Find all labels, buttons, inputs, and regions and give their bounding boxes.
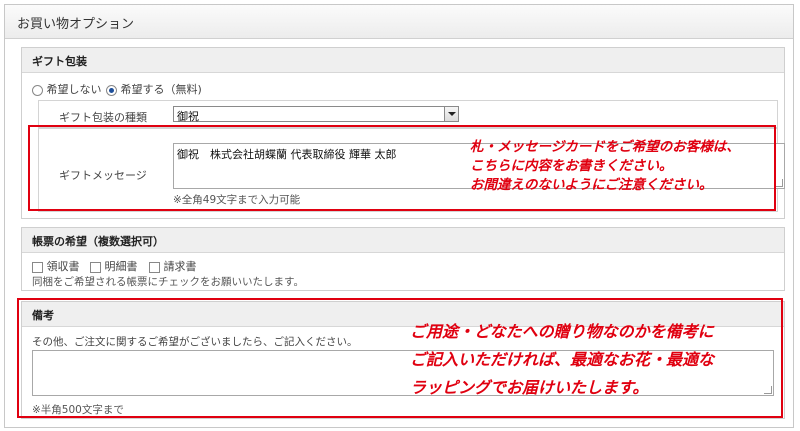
statement-label: 明細書 [104,260,138,273]
radio-label-no: 希望しない [46,83,102,96]
panel-title: お買い物オプション [17,17,135,32]
gift-radio-yes[interactable]: 希望する（無料) [106,81,202,97]
checkbox-icon[interactable] [149,261,160,273]
gift-radio-no[interactable]: 希望しない [32,81,102,97]
gift-callout: 札・メッセージカードをご希望のお客様は、 こちらに内容をお書きください。 お間違… [470,138,740,195]
gift-type-label: ギフト包装の種類 [59,111,147,124]
gift-type-select[interactable]: 御祝 [173,106,459,123]
forms-request-section: 帳票の希望（複数選択可） 領収書 明細書 請求書 同梱をご希望される帳票にチェッ… [21,227,785,291]
chevron-down-icon[interactable] [444,107,458,121]
gift-type-value: 御祝 [177,110,199,123]
gift-type-row: ギフト包装の種類 御祝 [38,100,778,128]
remarks-callout-line-1: ご用途・どなたへの贈り物なのかを備考に [410,322,714,341]
gift-callout-line-2: こちらに内容をお書きください。 [470,158,673,174]
gift-callout-line-3: お間違えのないようにご注意ください。 [470,177,713,193]
invoice-label: 請求書 [163,260,197,273]
remarks-callout-line-2: ご記入いただければ、最適なお花・最適な [410,350,715,369]
invoice-checkbox-item[interactable]: 請求書 [149,258,197,274]
panel-header: お買い物オプション [5,5,793,39]
receipt-label: 領収書 [46,260,80,273]
radio-icon[interactable] [32,84,43,96]
checkbox-icon[interactable] [32,261,43,273]
forms-section-title: 帳票の希望（複数選択可） [32,235,164,248]
statement-checkbox-item[interactable]: 明細書 [90,258,138,274]
checkbox-icon[interactable] [90,261,101,273]
remarks-callout: ご用途・どなたへの贈り物なのかを備考に ご記入いただければ、最適なお花・最適な … [410,318,714,402]
radio-label-yes: 希望する（無料) [120,83,202,96]
resize-handle-icon[interactable] [775,179,783,187]
receipt-checkbox-item[interactable]: 領収書 [32,258,80,274]
gift-section-title: ギフト包装 [32,55,87,68]
forms-note: 同梱をご希望される帳票にチェックをお願いいたします。 [32,276,304,288]
gift-section-header: ギフト包装 [22,48,784,73]
radio-selected-icon[interactable] [106,84,117,96]
forms-section-header: 帳票の希望（複数選択可） [22,228,784,253]
gift-callout-line-1: 札・メッセージカードをご希望のお客様は、 [470,139,740,155]
remarks-callout-line-3: ラッピングでお届けいたします。 [410,378,649,397]
